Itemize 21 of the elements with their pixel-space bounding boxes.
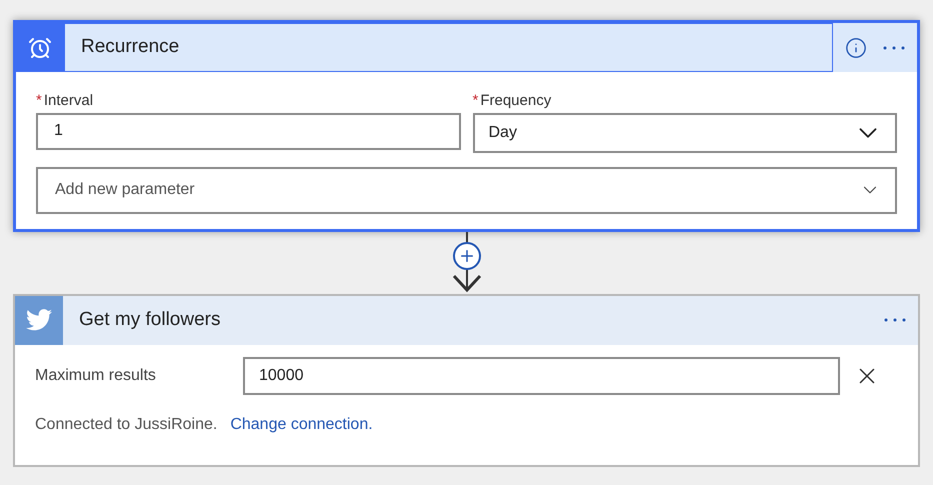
interval-field[interactable]: 1 bbox=[36, 112, 460, 150]
required-mark: * bbox=[472, 91, 478, 111]
required-mark: * bbox=[36, 91, 42, 111]
field-label: Maximum results bbox=[35, 366, 157, 386]
card-title: Recurrence bbox=[81, 35, 180, 60]
card-title: Get my followers bbox=[79, 308, 220, 332]
maximum-results-field[interactable]: 10000 bbox=[243, 356, 840, 394]
add-step-button[interactable] bbox=[452, 242, 480, 270]
info-icon[interactable] bbox=[845, 36, 867, 58]
add-parameter-dropdown[interactable]: Add new parameter bbox=[36, 166, 897, 214]
bird-icon bbox=[26, 309, 52, 331]
frequency-dropdown[interactable]: Day bbox=[472, 112, 897, 152]
more-icon[interactable] bbox=[884, 318, 906, 322]
change-connection-link[interactable]: Change connection. bbox=[230, 412, 373, 436]
field-label: Interval bbox=[44, 91, 94, 111]
more-icon[interactable] bbox=[883, 46, 905, 50]
field-label: Frequency bbox=[480, 91, 552, 111]
connection-text: Connected to JussiRoine. bbox=[35, 414, 218, 434]
alarm-clock-icon bbox=[28, 36, 52, 60]
card-header[interactable]: Get my followers bbox=[15, 296, 918, 344]
card-header[interactable]: Recurrence bbox=[16, 23, 917, 72]
